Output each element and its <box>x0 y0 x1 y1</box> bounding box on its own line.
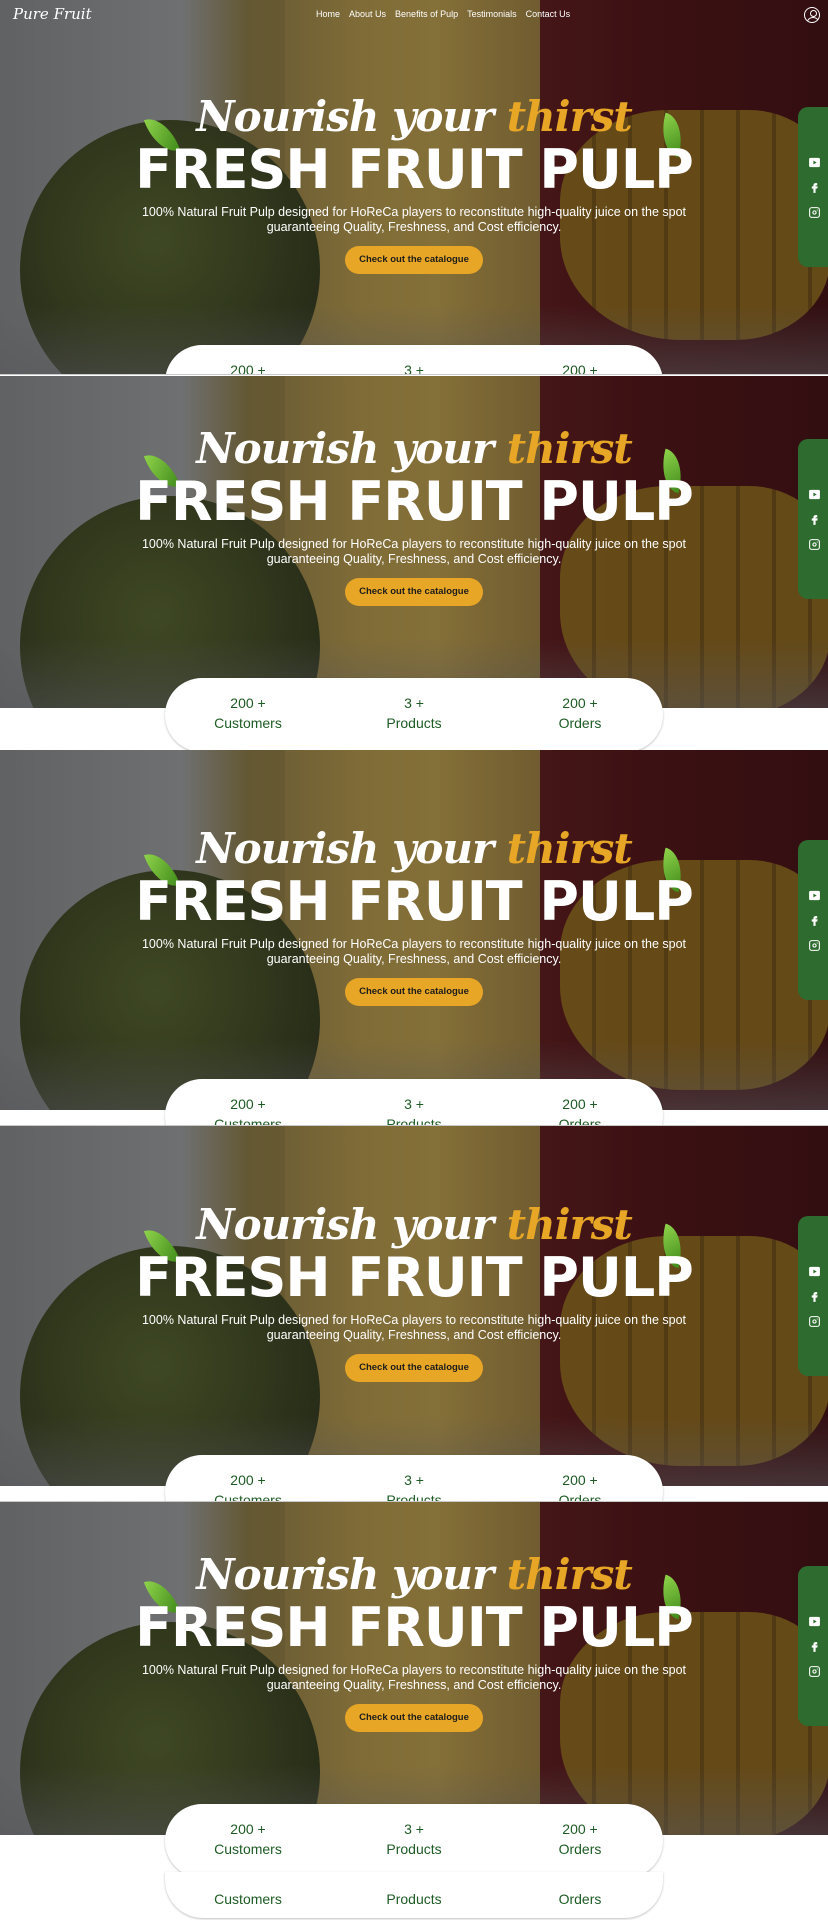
stat-products: Products <box>386 1891 442 1907</box>
hero-tagline: Nourish your thirst <box>196 824 633 873</box>
stat-orders: 200 +Orders <box>558 695 602 731</box>
hero-description: 100% Natural Fruit Pulp designed for HoR… <box>141 1313 687 1342</box>
hero-headline: Nourish your thirst FRESH FRUIT PULP 100… <box>0 1200 828 1382</box>
hero-headline: Nourish your thirst FRESH FRUIT PULP 100… <box>0 824 828 1006</box>
instagram-icon[interactable] <box>808 1665 821 1678</box>
nav-link-contact-us[interactable]: Contact Us <box>526 9 571 19</box>
stat-customers: 200 +Customers <box>214 1821 282 1857</box>
facebook-icon[interactable] <box>808 1290 821 1303</box>
hero-title: FRESH FRUIT PULP <box>135 870 694 933</box>
stat-customers: 200 +Customers <box>214 695 282 731</box>
stat-orders: 200 +Orders <box>558 1821 602 1857</box>
hero-section-5: Nourish your thirst FRESH FRUIT PULP 100… <box>0 1502 828 1920</box>
nav-link-home[interactable]: Home <box>316 9 340 19</box>
hero-description: 100% Natural Fruit Pulp designed for HoR… <box>141 537 687 566</box>
facebook-icon[interactable] <box>808 513 821 526</box>
top-navbar: Pure Fruit Home About Us Benefits of Pul… <box>0 0 828 30</box>
catalogue-button[interactable]: Check out the catalogue <box>345 978 483 1006</box>
stats-card: 200 +Customers 3 +Products 200 +Orders <box>165 345 663 375</box>
catalogue-button[interactable]: Check out the catalogue <box>345 246 483 274</box>
catalogue-button[interactable]: Check out the catalogue <box>345 1704 483 1732</box>
social-sidebar <box>798 1216 828 1376</box>
hero-description: 100% Natural Fruit Pulp designed for HoR… <box>141 1663 687 1692</box>
instagram-icon[interactable] <box>808 939 821 952</box>
social-sidebar <box>798 1566 828 1726</box>
hero-headline: Nourish your thirst FRESH FRUIT PULP 100… <box>0 424 828 606</box>
hero-section-3: Nourish your thirst FRESH FRUIT PULP 100… <box>0 750 828 1126</box>
hero-section-1: Pure Fruit Home About Us Benefits of Pul… <box>0 0 828 375</box>
hero-headline: Nourish your thirst FRESH FRUIT PULP 100… <box>0 92 828 274</box>
hero-description: 100% Natural Fruit Pulp designed for HoR… <box>141 205 687 234</box>
hero-title: FRESH FRUIT PULP <box>135 470 694 533</box>
stat-products: 3 +Products <box>386 695 442 731</box>
hero-title: FRESH FRUIT PULP <box>135 138 694 201</box>
hero-section-2: Nourish your thirst FRESH FRUIT PULP 100… <box>0 376 828 750</box>
hero-tagline: Nourish your thirst <box>196 1550 633 1599</box>
instagram-icon[interactable] <box>808 1315 821 1328</box>
youtube-icon[interactable] <box>808 488 821 501</box>
instagram-icon[interactable] <box>808 538 821 551</box>
stat-products: 3 +Products <box>386 1821 442 1857</box>
stat-customers: 200 +Customers <box>214 1472 282 1502</box>
stat-customers: 200 +Customers <box>230 362 266 375</box>
brand-logo[interactable]: Pure Fruit <box>13 5 92 23</box>
youtube-icon[interactable] <box>808 1615 821 1628</box>
stat-products: 3 +Products <box>386 1096 442 1126</box>
stats-card: 200 +Customers 3 +Products 200 +Orders <box>165 1079 663 1126</box>
stat-customers: Customers <box>214 1891 282 1907</box>
hero-section-4: Nourish your thirst FRESH FRUIT PULP 100… <box>0 1126 828 1502</box>
nav-link-benefits[interactable]: Benefits of Pulp <box>395 9 458 19</box>
stat-orders: 200 +Orders <box>558 1472 602 1502</box>
social-sidebar <box>798 439 828 599</box>
facebook-icon[interactable] <box>808 914 821 927</box>
hero-headline: Nourish your thirst FRESH FRUIT PULP 100… <box>0 1550 828 1732</box>
stats-card: 200 +Customers 3 +Products 200 +Orders <box>165 678 663 750</box>
stats-card-labels: Customers Products Orders <box>165 1872 663 1918</box>
user-circle-icon[interactable] <box>804 7 820 23</box>
stat-products: 3 +Products <box>404 362 424 375</box>
youtube-icon[interactable] <box>808 889 821 902</box>
youtube-icon[interactable] <box>808 156 821 169</box>
nav-link-testimonials[interactable]: Testimonials <box>467 9 517 19</box>
instagram-icon[interactable] <box>808 206 821 219</box>
hero-title: FRESH FRUIT PULP <box>135 1246 694 1309</box>
stat-orders: 200 +Orders <box>562 362 598 375</box>
stats-card: 200 +Customers 3 +Products 200 +Orders <box>165 1455 663 1502</box>
nav-link-about-us[interactable]: About Us <box>349 9 386 19</box>
stat-products: 3 +Products <box>386 1472 442 1502</box>
hero-tagline: Nourish your thirst <box>196 424 633 473</box>
section-divider <box>0 374 828 375</box>
catalogue-button[interactable]: Check out the catalogue <box>345 578 483 606</box>
catalogue-button[interactable]: Check out the catalogue <box>345 1354 483 1382</box>
stat-orders: Orders <box>558 1891 602 1907</box>
hero-description: 100% Natural Fruit Pulp designed for HoR… <box>141 937 687 966</box>
stats-card: 200 +Customers 3 +Products 200 +Orders <box>165 1804 663 1878</box>
social-sidebar <box>798 840 828 1000</box>
hero-tagline: Nourish your thirst <box>196 92 633 141</box>
stat-orders: 200 +Orders <box>558 1096 602 1126</box>
youtube-icon[interactable] <box>808 1265 821 1278</box>
hero-title: FRESH FRUIT PULP <box>135 1596 694 1659</box>
social-sidebar <box>798 107 828 267</box>
stat-customers: 200 +Customers <box>214 1096 282 1126</box>
hero-tagline: Nourish your thirst <box>196 1200 633 1249</box>
facebook-icon[interactable] <box>808 1640 821 1653</box>
nav-menu: Home About Us Benefits of Pulp Testimoni… <box>316 9 570 19</box>
facebook-icon[interactable] <box>808 181 821 194</box>
